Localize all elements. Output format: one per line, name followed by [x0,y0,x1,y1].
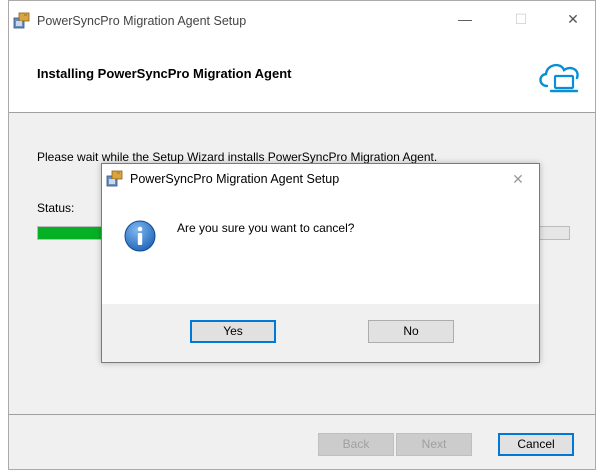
info-icon [124,220,156,252]
dialog-body: Are you sure you want to cancel? [102,194,539,304]
status-label: Status: [37,201,75,215]
installer-icon [106,170,123,187]
dialog-close-button[interactable]: ✕ [506,168,530,190]
title-bar[interactable]: PowerSyncPro Migration Agent Setup — ☐ ✕ [9,1,595,38]
cloud-laptop-icon [539,63,579,93]
yes-button[interactable]: Yes [190,320,276,343]
header-banner: Installing PowerSyncPro Migration Agent [9,38,595,113]
maximize-button[interactable]: ☐ [498,1,544,38]
page-title: Installing PowerSyncPro Migration Agent [37,66,292,81]
dialog-message: Are you sure you want to cancel? [177,221,355,235]
cancel-confirm-dialog: PowerSyncPro Migration Agent Setup ✕ Are… [101,163,540,363]
back-button[interactable]: Back [318,433,394,456]
close-button[interactable]: ✕ [550,1,596,38]
cancel-button[interactable]: Cancel [498,433,574,456]
next-button[interactable]: Next [396,433,472,456]
dialog-title-bar[interactable]: PowerSyncPro Migration Agent Setup ✕ [102,164,539,194]
install-message: Please wait while the Setup Wizard insta… [37,150,438,164]
dialog-title: PowerSyncPro Migration Agent Setup [130,172,340,186]
footer-divider [9,414,595,415]
window-title: PowerSyncPro Migration Agent Setup [37,14,247,28]
no-button[interactable]: No [368,320,454,343]
minimize-button[interactable]: — [442,1,488,38]
installer-icon [13,12,30,29]
